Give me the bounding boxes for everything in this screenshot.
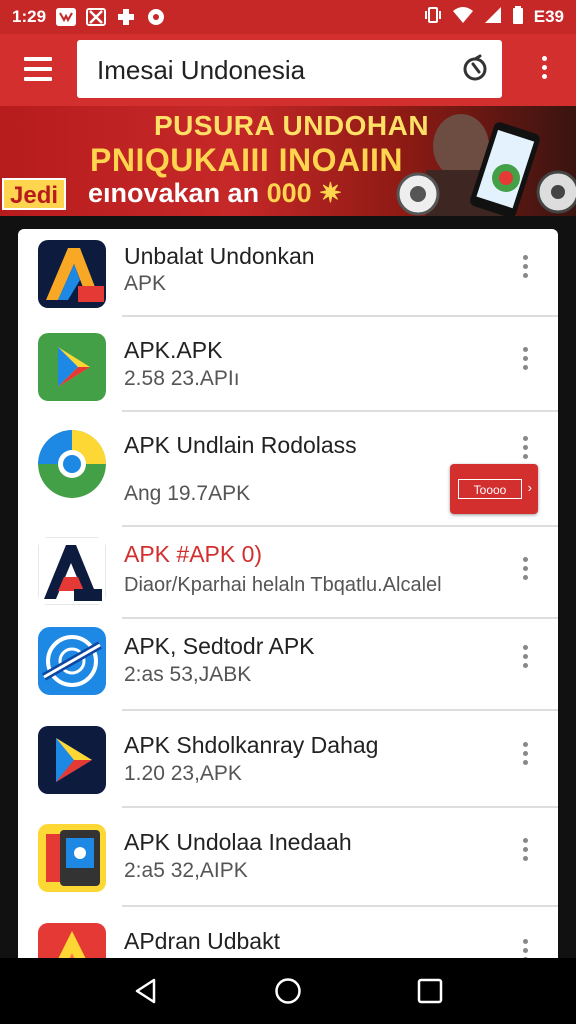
navigation-bar	[0, 958, 576, 1024]
app-subtitle: 2:as 53,JABK	[124, 663, 252, 686]
app-subtitle: 2.58 23.APIı	[124, 367, 240, 390]
list-item[interactable]: APK Shdolkanray Dahag 1.20 23,APK	[18, 711, 558, 808]
search-icon[interactable]	[460, 54, 490, 84]
more-options-icon[interactable]	[538, 56, 550, 86]
app-icon	[38, 537, 106, 605]
banner-line-3-text: eınovakan an	[88, 178, 267, 208]
app-icon	[38, 333, 106, 401]
chevron-right-icon: ›	[527, 480, 532, 495]
list-item[interactable]: APK.APK 2.58 23.APIı	[18, 317, 558, 412]
app-subtitle: 2:a5 32,AIPK	[124, 859, 248, 882]
item-menu-icon[interactable]	[518, 742, 532, 772]
item-menu-icon[interactable]	[518, 347, 532, 377]
app-icon	[38, 430, 106, 498]
app-title: APK Undolaa Inedaah	[124, 829, 352, 855]
download-button-label: Toooo	[458, 479, 522, 499]
signal-icon	[484, 6, 502, 29]
item-menu-icon[interactable]	[518, 255, 532, 285]
item-menu-icon[interactable]	[518, 645, 532, 675]
recents-icon[interactable]	[416, 977, 444, 1005]
app-icon	[38, 240, 106, 308]
app-title: APK Undlain Rodolass	[124, 432, 357, 458]
notification-icon	[56, 8, 77, 26]
app-icon	[38, 726, 106, 794]
list-item[interactable]: APK Undlain Rodolass Ang 19.7APK Toooo ›	[18, 412, 558, 527]
item-menu-icon[interactable]	[518, 436, 532, 466]
home-icon[interactable]	[274, 977, 302, 1005]
cross-box-icon	[86, 8, 107, 26]
app-title: APK, Sedtodr APK	[124, 633, 315, 659]
plus-icon	[116, 8, 136, 26]
status-bar: 1:29 E39	[0, 0, 576, 34]
app-icon	[38, 824, 106, 892]
app-icon	[38, 627, 106, 695]
app-title: APK.APK	[124, 337, 223, 363]
banner-line-3-highlight: 000 ✷	[266, 178, 342, 208]
record-icon	[146, 8, 166, 26]
list-item[interactable]: APK, Sedtodr APK 2:as 53,JABK	[18, 619, 558, 711]
vibrate-icon	[424, 6, 442, 29]
app-title: APK Shdolkanray Dahag	[124, 732, 379, 758]
search-query[interactable]: Imesai Undonesia	[97, 55, 305, 86]
promo-banner[interactable]: PUSURA UNDOHAN PNIQUKAIII INOAIIN Jedi e…	[0, 106, 576, 216]
status-time: 1:29	[12, 7, 47, 26]
list-item[interactable]: Unbalat Undonkan APK	[18, 229, 558, 317]
app-title: APK #APK 0)	[124, 541, 263, 567]
download-button[interactable]: Toooo ›	[450, 464, 538, 514]
banner-badge: Jedi	[2, 178, 67, 210]
app-subtitle: 1.20 23,APK	[124, 762, 242, 785]
battery-icon	[512, 5, 524, 29]
search-field[interactable]: Imesai Undonesia	[77, 40, 502, 98]
wifi-icon	[452, 6, 474, 29]
app-subtitle: Diaor/Kparhai helaln Tbqatlu.Alcalel	[124, 574, 442, 596]
item-menu-icon[interactable]	[518, 838, 532, 868]
menu-icon[interactable]	[24, 57, 52, 81]
list-item[interactable]: APK #APK 0) Diaor/Kparhai helaln Tbqatlu…	[18, 527, 558, 619]
battery-level: E39	[533, 7, 564, 26]
back-icon[interactable]	[132, 977, 160, 1005]
item-menu-icon[interactable]	[518, 557, 532, 587]
app-list: Unbalat Undonkan APK APK.APK 2.58 23.API…	[18, 229, 558, 969]
list-item[interactable]: APK Undolaa Inedaah 2:a5 32,AIPK	[18, 808, 558, 907]
app-title: Unbalat Undonkan	[124, 243, 315, 269]
banner-line-3: eınovakan an 000 ✷	[88, 178, 342, 209]
app-title: APdran Udbakt	[124, 928, 280, 954]
status-right-group: E39	[424, 5, 564, 29]
banner-artwork	[396, 114, 576, 216]
app-bar: Imesai Undonesia	[0, 34, 576, 106]
app-subtitle: Ang 19.7APK	[124, 482, 251, 505]
app-subtitle: APK	[124, 272, 167, 295]
banner-line-2: PNIQUKAIII INOAIIN	[90, 142, 404, 178]
